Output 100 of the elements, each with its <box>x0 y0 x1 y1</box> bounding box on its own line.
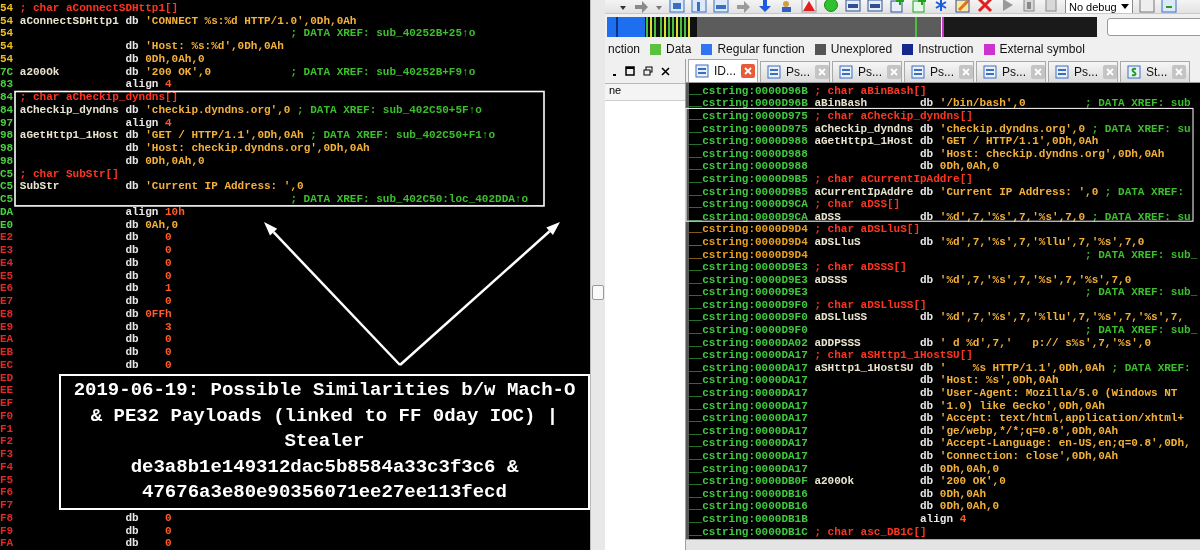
window-icon[interactable] <box>867 0 883 13</box>
line-address: F0 <box>0 411 15 421</box>
instruction-mnemonic: db <box>125 16 139 26</box>
tab[interactable]: Ps... <box>760 61 830 82</box>
close-icon <box>1175 68 1184 76</box>
maximize-icon[interactable] <box>625 66 635 76</box>
scrollbar[interactable] <box>686 539 1200 550</box>
operand: 'GET / HTTP/1.1',0Dh,0Ah <box>145 131 304 141</box>
tab[interactable]: Ps... <box>1048 61 1118 82</box>
label-name: aCheckip_dyndns <box>19 105 120 115</box>
code-comment: ; DATA XREF: sub_ <box>1085 250 1198 260</box>
operand: 'Current IP Address: ',0 <box>145 182 304 192</box>
plus-icon[interactable] <box>911 0 927 13</box>
line-address: F5 <box>0 475 15 485</box>
line-address: E8 <box>0 309 15 319</box>
line-address: 84 <box>0 93 15 103</box>
line-address: __cstring:0000DA17 <box>689 414 809 424</box>
instruction-mnemonic: db <box>920 275 934 285</box>
arrow-icon[interactable] <box>735 0 751 13</box>
navigation-band-drawing[interactable] <box>607 16 1097 37</box>
instruction-mnemonic: db <box>920 338 934 348</box>
code-comment: ; DATA XREF: su <box>1091 124 1191 134</box>
line-address: 54 <box>0 54 15 64</box>
pencil-icon[interactable] <box>955 0 971 13</box>
debugger-dropdown[interactable]: No debug <box>1065 0 1133 13</box>
line-address: E2 <box>0 233 15 243</box>
warning-icon[interactable] <box>801 0 817 13</box>
instruction-mnemonic: db <box>920 363 934 373</box>
line-address: EF <box>0 399 15 409</box>
window-icon[interactable] <box>691 0 707 13</box>
line-address: __cstring:0000DA17 <box>689 363 809 373</box>
declaration-comment: ; char aCurrentIpAddre[] <box>814 174 973 184</box>
instruction-mnemonic: db <box>125 182 139 192</box>
operand: 'Host: %s:%d',0Dh,0Ah <box>145 42 284 52</box>
instruction-mnemonic: align <box>920 515 954 524</box>
tab[interactable]: St... <box>1120 61 1190 82</box>
line-address: 98 <box>0 156 15 166</box>
line-address: 97 <box>0 118 15 128</box>
operand: 0 <box>164 539 172 549</box>
instruction-mnemonic: db <box>125 284 139 294</box>
document-icon <box>767 65 781 79</box>
line-address: FA <box>0 539 15 549</box>
stop-icon[interactable] <box>1043 0 1059 13</box>
tab[interactable]: Ps... <box>976 61 1046 82</box>
navigation-field[interactable] <box>1107 17 1200 36</box>
code-comment: ; DATA XREF: sub_40252B+F9↑o <box>290 67 476 77</box>
tab[interactable]: Ps... <box>904 61 974 82</box>
label-name: a200Ok <box>814 477 855 487</box>
instruction-mnemonic: db <box>920 237 934 247</box>
column-header[interactable]: ne <box>605 84 685 101</box>
line-address: DA <box>0 207 15 217</box>
restore-icon[interactable] <box>643 66 653 76</box>
line-address: F3 <box>0 450 15 460</box>
operand: 'Current IP Address: ',0 <box>939 187 1099 197</box>
line-address: __cstring:0000D9F0 <box>689 313 809 323</box>
instruction-mnemonic: db <box>125 131 139 141</box>
hash-text: de3a8b1e149312dac5b8584a33c3f3c6 & 47676a3e80e90356071ee27ee113fecd <box>129 454 520 505</box>
close-icon[interactable] <box>661 66 670 76</box>
operand: ' %s HTTP/1.1',0Dh,0Ah <box>939 363 1105 373</box>
down-arrow-icon[interactable] <box>757 0 773 13</box>
operand: 0 <box>164 258 172 268</box>
operand: '%d',7,'%s',7,'%s',7,0 <box>939 212 1086 222</box>
line-address: E4 <box>0 258 15 268</box>
declaration-comment: ; char aCheckip_dyndns[] <box>19 93 179 103</box>
window-icon[interactable] <box>1160 0 1177 13</box>
scrollbar[interactable] <box>590 0 605 550</box>
instruction-mnemonic: db <box>125 246 139 256</box>
line-address: __cstring:0000DB0F <box>689 477 809 487</box>
tab[interactable]: ID... <box>688 59 758 82</box>
line-address: __cstring:0000D9E3 <box>689 288 809 298</box>
tab[interactable]: Ps... <box>832 61 902 82</box>
operand: 0FFh <box>145 309 172 319</box>
line-address: __cstring:0000DA17 <box>689 389 809 399</box>
plus-icon[interactable] <box>889 0 905 13</box>
legend-label: nction <box>608 42 641 56</box>
instruction-mnemonic: align <box>125 80 159 90</box>
instruction-mnemonic: db <box>125 156 139 166</box>
line-address: E3 <box>0 246 15 256</box>
operand: '200 OK',0 <box>939 477 1006 487</box>
pause-icon[interactable] <box>1021 0 1037 13</box>
arrow-icon[interactable] <box>633 0 649 13</box>
line-address: E9 <box>0 322 15 332</box>
tab-close-button[interactable] <box>741 64 755 78</box>
line-address: __cstring:0000DA17 <box>689 452 809 461</box>
window-icon[interactable] <box>845 0 861 13</box>
window-icon[interactable] <box>713 0 729 13</box>
operand: 'Accept-Language: en-US,en;q=0.8',0Dh, <box>939 439 1191 449</box>
line-address: __cstring:0000D9B5 <box>689 174 809 184</box>
declaration-comment: ; char aSHttp1_1HostSU[] <box>814 351 973 361</box>
operand: 0Ah,0 <box>145 220 179 230</box>
instruction-mnemonic: db <box>920 124 934 134</box>
declaration-comment: ; char aDSLluS[] <box>814 225 921 235</box>
line-address: 54 <box>0 29 15 39</box>
declaration-comment: ; char aBinBash[] <box>814 86 927 96</box>
window-icon[interactable] <box>669 0 685 13</box>
operand: 'Host: checkip.dyndns.org',0Dh,0Ah <box>145 144 370 154</box>
instruction-mnemonic: db <box>920 464 934 474</box>
asterisk-icon[interactable] <box>933 0 949 13</box>
label-name: aDSLluS <box>814 237 862 247</box>
line-address: __cstring:0000D9D4 <box>689 237 809 247</box>
